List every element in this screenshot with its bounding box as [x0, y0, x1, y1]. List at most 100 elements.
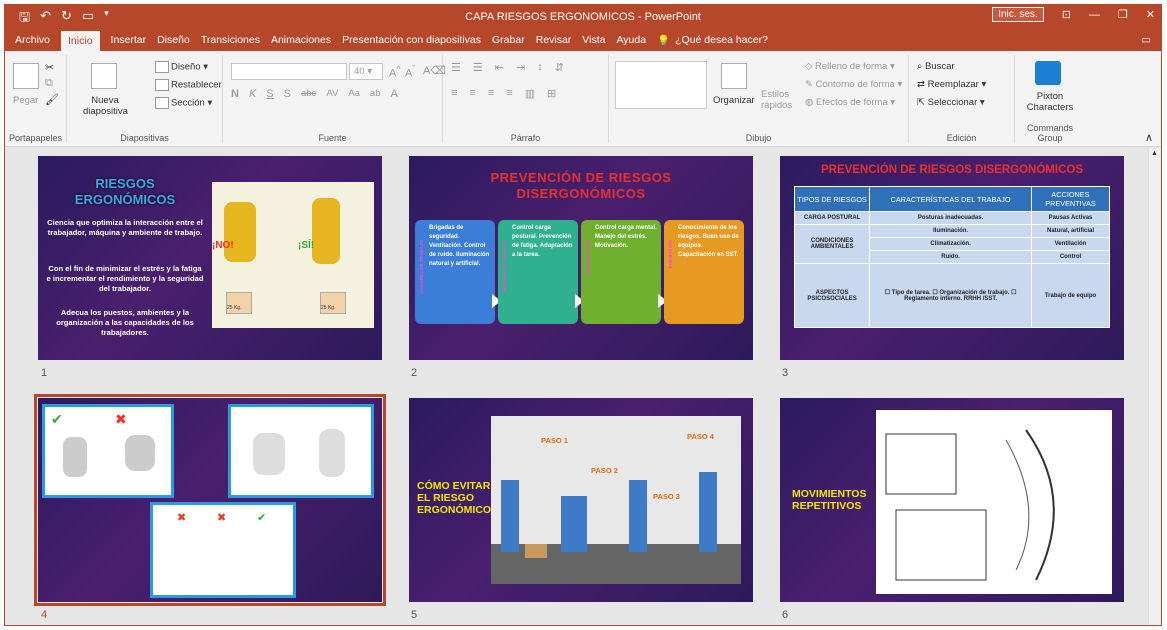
change-case-button[interactable]: Aa: [348, 88, 360, 100]
align-center-icon[interactable]: ≡: [469, 87, 475, 100]
columns-icon[interactable]: ▥: [525, 87, 535, 100]
highlight-icon[interactable]: ab: [370, 88, 381, 100]
font-color-button[interactable]: A: [390, 88, 397, 100]
posture-panel-3: ✖ ✖ ✔: [150, 502, 296, 598]
group-dibujo: Organizar Estilos rápidos ◇ Relleno de fo…: [609, 55, 909, 143]
layout-icon: [155, 61, 169, 73]
restore-button[interactable]: ❐: [1118, 8, 1128, 21]
group-label: Portapapeles: [8, 133, 63, 143]
slide-thumbnail-2[interactable]: PREVENCIÓN DE RIESGOS DISERGONÓMICOS LUGA…: [409, 156, 753, 360]
vertical-scrollbar[interactable]: ▲: [1148, 148, 1161, 625]
slide-number: 5: [411, 609, 418, 621]
line-spacing-icon[interactable]: ↕: [537, 61, 543, 74]
tab-animaciones[interactable]: Animaciones: [271, 34, 331, 46]
tab-archivo[interactable]: Archivo: [15, 34, 50, 46]
ribbon-display-icon[interactable]: ⊡: [1062, 8, 1071, 21]
slide-thumbnail-1[interactable]: RIESGOS ERGONÓMICOS Ciencia que optimiza …: [38, 156, 382, 360]
align-left-icon[interactable]: ≡: [451, 87, 457, 100]
paste-icon[interactable]: [13, 63, 39, 89]
close-button[interactable]: ✕: [1146, 8, 1155, 21]
tab-diseno[interactable]: Diseño: [157, 34, 190, 46]
pixton-icon[interactable]: [1035, 61, 1061, 85]
arrange-icon[interactable]: [721, 63, 747, 89]
decrease-indent-icon[interactable]: ⇤: [495, 61, 504, 74]
align-text-icon[interactable]: ⊞: [547, 87, 556, 100]
tab-presentacion[interactable]: Presentación con diapositivas: [342, 34, 481, 46]
slide-thumbnail-4[interactable]: ✔ ✖ ✖ ✖ ✔: [34, 394, 386, 606]
justify-icon[interactable]: ≡: [506, 87, 512, 100]
tab-insertar[interactable]: Insertar: [111, 34, 147, 46]
layout-button[interactable]: Diseño ▾: [155, 61, 208, 73]
format-painter-icon[interactable]: 🖌: [45, 93, 59, 106]
section-button[interactable]: Sección ▾: [155, 97, 212, 109]
sign-in-button[interactable]: Inic. ses.: [992, 7, 1044, 22]
find-button[interactable]: ⌕ Buscar: [917, 61, 955, 72]
strikethrough-button[interactable]: abc: [301, 88, 316, 100]
worker-straight: [312, 198, 340, 264]
tab-grabar[interactable]: Grabar: [492, 34, 525, 46]
fill-icon: ◇: [805, 61, 813, 72]
group-label: Dibujo: [745, 133, 772, 143]
slide-number: 4: [41, 609, 48, 621]
copy-icon[interactable]: ⧉: [45, 77, 53, 90]
scroll-up-icon[interactable]: ▲: [1151, 150, 1158, 157]
arrange-button[interactable]: Organizar: [713, 95, 755, 106]
pixton-button[interactable]: Pixton Characters: [1021, 91, 1079, 113]
slide-title: PREVENCIÓN DE RIESGOS DISERGONÓMICOS: [490, 170, 672, 201]
figure-incorrect: [125, 435, 155, 471]
tell-me-input[interactable]: ¿Qué desea hacer?: [675, 34, 768, 46]
select-button[interactable]: ⇱ Seleccionar ▾: [917, 97, 985, 108]
paste-button[interactable]: Pegar: [13, 95, 38, 106]
tab-transiciones[interactable]: Transiciones: [201, 34, 260, 46]
minimize-button[interactable]: —: [1089, 9, 1100, 21]
slide-title: MOVIMIENTOS REPETITIVOS: [792, 488, 867, 512]
text-direction-icon[interactable]: ⇵: [555, 61, 564, 74]
slide-text: Adecua los puestos, ambientes y la organ…: [56, 308, 194, 337]
ribbon-tabs: Archivo Inicio Insertar Diseño Transicio…: [5, 29, 1161, 51]
group-commands: Pixton Characters Commands Group: [1015, 55, 1085, 143]
figure-correct: [63, 437, 87, 477]
new-slide-icon[interactable]: [91, 63, 117, 89]
collapse-ribbon-icon[interactable]: ∧: [1145, 131, 1153, 144]
decrease-font-icon[interactable]: Aˇ: [405, 64, 415, 80]
underline-button[interactable]: S: [266, 88, 273, 100]
figure-straight: [319, 429, 345, 477]
worker-figure: [699, 472, 717, 552]
slide-number: 6: [782, 609, 789, 621]
char-spacing-button[interactable]: AV: [326, 88, 338, 100]
tab-inicio[interactable]: Inicio: [61, 31, 100, 51]
font-name-combo[interactable]: [231, 63, 347, 80]
step-label: PASO 2: [591, 466, 618, 475]
shape-effects-button[interactable]: ◍ Efectos de forma ▾: [805, 97, 895, 108]
font-size-combo[interactable]: 40 ▾: [349, 63, 383, 80]
cut-icon[interactable]: ✂: [45, 61, 54, 74]
tab-ayuda[interactable]: Ayuda: [616, 34, 646, 46]
tab-revisar[interactable]: Revisar: [536, 34, 572, 46]
increase-font-icon[interactable]: A^: [389, 64, 401, 80]
bold-button[interactable]: N: [231, 88, 239, 100]
reset-button[interactable]: Restablecer: [155, 79, 222, 91]
slide-thumbnail-6[interactable]: MOVIMIENTOS REPETITIVOS: [780, 398, 1124, 602]
prevention-card-2: EQUIPOS DE TRABAJO Control carga postural…: [498, 220, 584, 324]
bullets-icon[interactable]: ☰: [451, 61, 461, 74]
effects-icon: ◍: [805, 97, 814, 108]
shapes-gallery[interactable]: [615, 61, 707, 109]
new-slide-button[interactable]: Nueva diapositiva: [83, 95, 128, 117]
slide-thumbnail-5[interactable]: PASO 1 PASO 2 PASO 3 PASO 4 CÓMO EVITAR E…: [409, 398, 753, 602]
slide-thumbnail-3[interactable]: PREVENCIÓN DE RIESGOS DISERGONÓMICOS TIP…: [780, 156, 1124, 360]
comments-icon[interactable]: ▭: [1141, 34, 1151, 46]
italic-button[interactable]: K: [249, 88, 256, 100]
table-row: CARGA POSTURAL Posturas inadecuadas. Pau…: [793, 211, 1111, 225]
slide-sorter: RIESGOS ERGONÓMICOS Ciencia que optimiza …: [5, 148, 1150, 625]
align-right-icon[interactable]: ≡: [488, 87, 494, 100]
increase-indent-icon[interactable]: ⇥: [516, 61, 525, 74]
replace-button[interactable]: ⇄ Reemplazar ▾: [917, 79, 986, 90]
shape-outline-button[interactable]: ✎ Contorno de forma ▾: [805, 79, 902, 90]
table-header: ACCIONES PREVENTIVAS: [1030, 186, 1111, 212]
tab-vista[interactable]: Vista: [582, 34, 605, 46]
shape-fill-button[interactable]: ◇ Relleno de forma ▾: [805, 61, 895, 72]
quick-styles-button[interactable]: Estilos rápidos: [761, 89, 792, 111]
numbering-icon[interactable]: ☰: [473, 61, 483, 74]
shadow-button[interactable]: S: [284, 88, 291, 100]
ribbon: Pegar ✂ ⧉ 🖌 Portapapeles Nueva diapositi…: [5, 51, 1161, 147]
